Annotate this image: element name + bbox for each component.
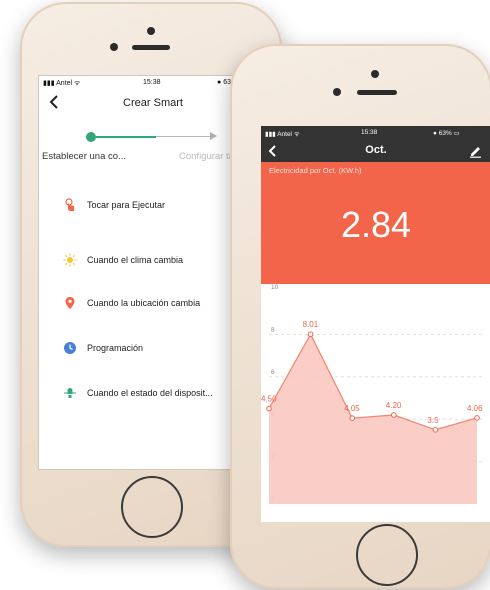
signal-carrier: ▮▮▮ Antel ᯤ xyxy=(265,131,300,138)
page-title: Oct. xyxy=(365,144,387,156)
option-label: Cuando el clima cambia xyxy=(87,255,184,265)
electricity-chart: 02468104.508.014.054.203.54.06 xyxy=(261,284,485,504)
status-time: 15:38 xyxy=(361,129,378,136)
data-label: 3.5 xyxy=(427,416,439,425)
front-camera xyxy=(371,70,379,78)
option-label: Programación xyxy=(87,343,144,353)
data-label: 4.50 xyxy=(261,395,277,404)
status-battery: ● 63% ▭ xyxy=(433,130,460,137)
step-label-1: Establecer una co... xyxy=(42,151,126,162)
tap-hand-icon xyxy=(65,198,74,211)
sensor-dot xyxy=(333,88,341,96)
data-label: 4.20 xyxy=(386,401,402,410)
front-camera xyxy=(147,27,155,35)
data-label: 4.05 xyxy=(344,404,360,413)
location-pin-icon xyxy=(65,297,75,309)
data-point xyxy=(474,415,480,421)
status-time: 15:38 xyxy=(143,79,161,86)
earpiece-speaker xyxy=(132,45,170,50)
data-label: 4.06 xyxy=(467,404,483,413)
step-line-done xyxy=(96,136,156,138)
sensor-dot xyxy=(110,43,118,51)
earpiece-speaker xyxy=(357,90,397,95)
chart-area: 02468104.508.014.054.203.54.06 xyxy=(261,284,490,522)
option-label: Cuando el estado del disposit... xyxy=(87,388,213,398)
y-tick-label: 10 xyxy=(271,284,279,291)
device-icon xyxy=(64,388,76,398)
usage-banner: Electricidad por Oct. (KW.h) 2.84 xyxy=(261,162,490,284)
data-point xyxy=(391,412,397,418)
home-button[interactable] xyxy=(356,524,418,586)
banner-value: 2.84 xyxy=(340,204,412,245)
y-tick-label: 6 xyxy=(271,369,275,376)
signal-carrier: ▮▮▮ Antel ᯤ xyxy=(43,80,81,87)
y-tick-label: 8 xyxy=(271,326,275,333)
banner-caption: Electricidad por Oct. (KW.h) xyxy=(269,166,362,175)
status-bar: ▮▮▮ Antel ᯤ 15:38 ● 63% ▭ xyxy=(261,126,490,140)
phone-right: ▮▮▮ Antel ᯤ 15:38 ● 63% ▭ Oct. Electrici… xyxy=(230,44,490,589)
data-point xyxy=(266,405,272,412)
home-button[interactable] xyxy=(121,476,183,538)
sun-icon xyxy=(63,253,77,267)
step-line-pending xyxy=(156,136,214,137)
phone-right-screen: ▮▮▮ Antel ᯤ 15:38 ● 63% ▭ Oct. Electrici… xyxy=(261,126,490,522)
data-point xyxy=(349,415,355,421)
step-current-dot xyxy=(86,132,96,142)
data-point xyxy=(432,427,439,433)
step-label-2: Configurar tar xyxy=(179,151,238,162)
clock-icon xyxy=(64,342,76,354)
option-label: Tocar para Ejecutar xyxy=(87,200,166,210)
data-point xyxy=(307,331,314,337)
data-label: 8.01 xyxy=(303,320,319,329)
step-arrow-icon xyxy=(210,132,217,140)
nav-bar: Oct. xyxy=(261,140,490,162)
edit-pencil-icon[interactable] xyxy=(469,144,482,158)
option-label: Cuando la ubicación cambia xyxy=(87,298,201,308)
